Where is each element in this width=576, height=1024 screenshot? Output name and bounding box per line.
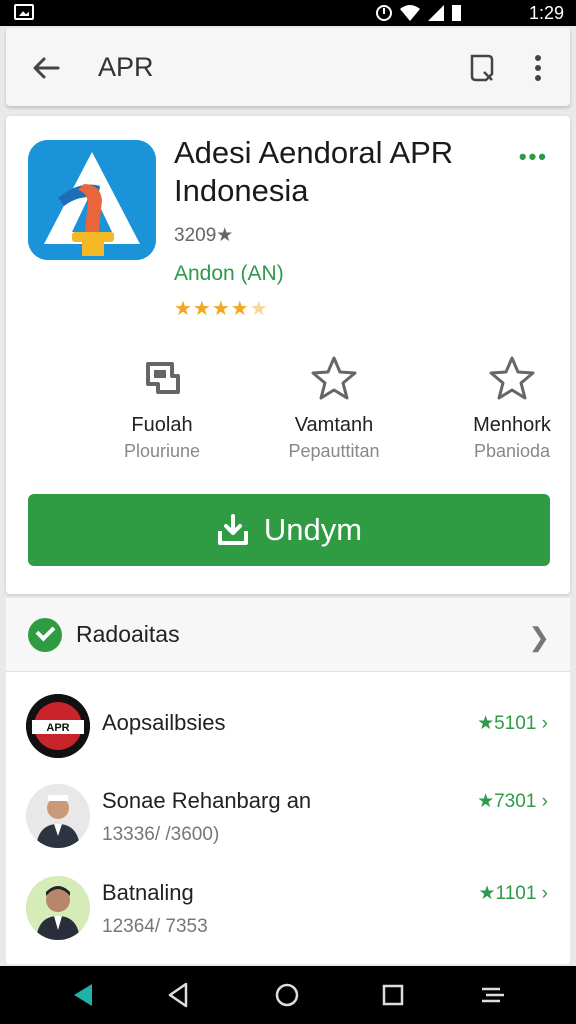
developer-link[interactable]: Andon (AN) (174, 262, 284, 286)
stat-rating-label: Vamtanh (294, 414, 374, 436)
stars-full: ★★★★ (174, 298, 250, 320)
star-rating: ★★★★★ (174, 296, 269, 321)
card-more-button[interactable]: ••• (519, 144, 548, 170)
score-star: ★ (478, 883, 496, 904)
avatar (26, 876, 90, 940)
status-time: 1:29 (528, 3, 564, 23)
list-item-meta: 13336/ /3600) (102, 824, 220, 845)
back-arrow-icon[interactable] (28, 50, 64, 86)
app-title: Adesi Aendoral APR Indonesia (174, 134, 504, 210)
score-value: 1101 (495, 883, 537, 904)
list-item-name: Sonae Rehanbarg an (102, 788, 312, 813)
stat-favorite-label: Menhork (473, 414, 551, 436)
reviews-section: Radoaitas ❯ APR Aopsailbsies ★5101 › Son… (6, 598, 570, 964)
star-outline-icon (489, 356, 535, 400)
list-item-score: ★5101 › (477, 713, 548, 734)
app-detail-card: Adesi Aendoral APR Indonesia ••• 3209★ A… (6, 116, 570, 594)
download-box-icon (146, 362, 180, 394)
status-icons (376, 3, 466, 28)
avatar-logo-text: APR (46, 722, 69, 734)
stars-half: ★ (249, 298, 269, 320)
search-icon[interactable] (466, 52, 498, 84)
app-bar-title: APR (98, 52, 154, 82)
nav-recents-icon[interactable] (378, 980, 408, 1010)
app-bar: APR (6, 28, 570, 106)
reviews-header[interactable]: Radoaitas ❯ (6, 598, 570, 672)
list-item-meta: 12364/ 7353 (102, 916, 208, 937)
score-star: ★ (477, 713, 495, 734)
avatar: APR (26, 694, 90, 758)
stat-favorite-sub: Pbaniodа (473, 441, 551, 461)
stat-downloads[interactable]: Fuolah Plouriune (82, 352, 242, 462)
app-title-line2: Indonesia (174, 173, 309, 208)
system-nav-bar (0, 966, 576, 1024)
reviews-header-label: Radoaitas (76, 621, 180, 647)
install-button-label: Undym (263, 512, 363, 547)
gallery-icon (14, 4, 34, 20)
install-button[interactable]: Undym (28, 494, 550, 566)
score-star: ★ (477, 791, 495, 812)
score-value: 5101 (494, 713, 537, 734)
list-item-score: ★1101 › (478, 883, 548, 904)
stat-rating-sub: Pepauttitan (288, 441, 380, 461)
list-item-name: Aopsailbsies (102, 710, 226, 735)
nav-back-filled-icon[interactable] (68, 980, 98, 1010)
app-title-line1: Adesi Aendoral APR (174, 135, 454, 170)
stat-downloads-sub: Plouriune (123, 441, 201, 461)
app-logo-icon (28, 140, 156, 260)
status-glyphs-icon (376, 5, 461, 21)
score-value: 7301 (494, 791, 537, 812)
nav-menu-icon[interactable] (478, 980, 508, 1010)
stat-rating[interactable]: Vamtanh Pepauttitan (254, 352, 414, 462)
status-bar: 1:29 (0, 0, 576, 26)
star-outline-icon (311, 356, 357, 400)
rating-count: 3209★ (174, 225, 234, 246)
avatar (26, 784, 90, 848)
check-circle-icon (28, 618, 62, 652)
nav-back-icon[interactable] (164, 980, 194, 1010)
list-item[interactable]: Batnaling 12364/ 7353 ★1101 › (6, 864, 570, 954)
stat-favorite[interactable]: Menhork Pbaniodа (432, 352, 576, 462)
more-vert-icon[interactable] (528, 52, 548, 84)
list-item-score: ★7301 › (477, 791, 548, 812)
chevron-right-icon: ❯ (528, 622, 550, 652)
list-item[interactable]: Sonae Rehanbarg an 13336/ /3600) ★7301 › (6, 772, 570, 862)
list-item[interactable]: APR Aopsailbsies ★5101 › (6, 682, 570, 772)
nav-home-icon[interactable] (272, 980, 302, 1010)
download-icon (217, 514, 248, 545)
stat-downloads-label: Fuolah (131, 414, 193, 436)
list-item-name: Batnaling (102, 880, 194, 905)
